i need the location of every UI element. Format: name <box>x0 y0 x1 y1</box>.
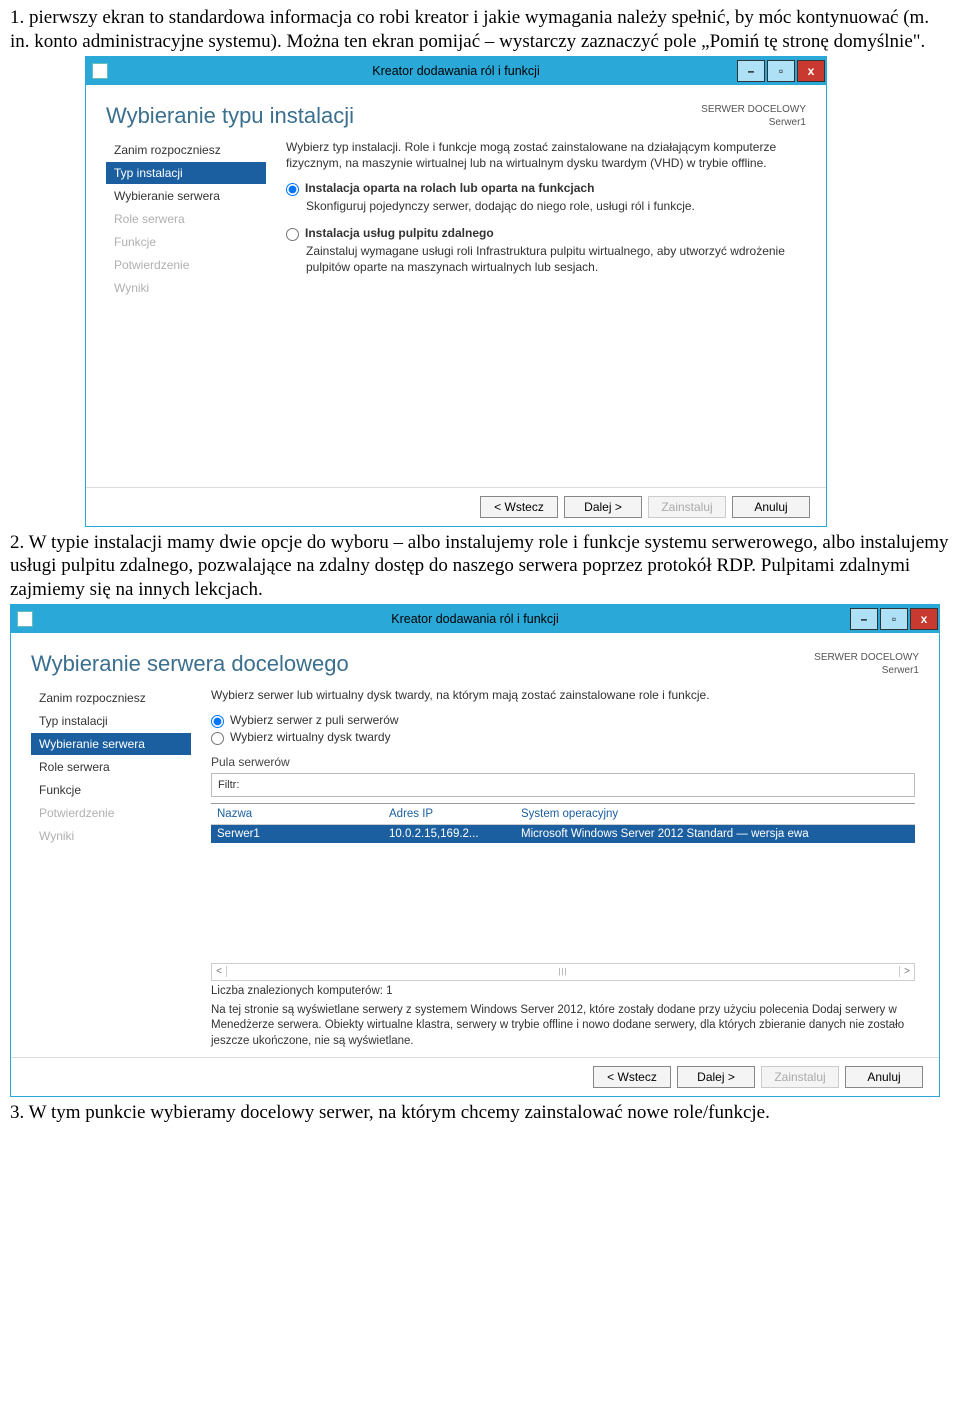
filter-input[interactable] <box>243 778 908 792</box>
cell-os: Microsoft Windows Server 2012 Standard —… <box>515 825 915 843</box>
target-label: SERWER DOCELOWY <box>701 104 806 115</box>
doc-paragraph-1: 1. pierwszy ekran to standardowa informa… <box>10 6 950 54</box>
cell-ip: 10.0.2.15,169.2... <box>383 825 515 843</box>
intro-text: Wybierz typ instalacji. Role i funkcje m… <box>286 139 802 171</box>
horizontal-scrollbar[interactable]: < ||| > <box>211 964 915 981</box>
doc-paragraph-2: 2. W typie instalacji mamy dwie opcje do… <box>10 531 950 602</box>
sidebar-item-install-type[interactable]: Typ instalacji <box>31 710 191 732</box>
doc-paragraph-3: 3. W tym punkcie wybieramy docelowy serw… <box>10 1101 950 1125</box>
sidebar-item-before-begin[interactable]: Zanim rozpoczniesz <box>106 139 266 161</box>
col-os[interactable]: System operacyjny <box>515 804 915 824</box>
window-title: Kreator dodawania ról i funkcji <box>11 612 939 626</box>
sidebar-item-server-selection[interactable]: Wybieranie serwera <box>31 733 191 755</box>
radio-role-based[interactable] <box>286 183 299 196</box>
sidebar-item-before-begin[interactable]: Zanim rozpoczniesz <box>31 687 191 709</box>
server-pool-label: Pula serwerów <box>211 755 915 769</box>
wizard-sidebar: Zanim rozpoczniesz Typ instalacji Wybier… <box>31 687 191 1050</box>
page-note: Na tej stronie są wyświetlane serwery z … <box>211 1003 915 1050</box>
radio-rds[interactable] <box>286 228 299 241</box>
server-table-header: Nazwa Adres IP System operacyjny <box>211 803 915 825</box>
target-value: Serwer1 <box>882 665 919 676</box>
titlebar: Kreator dodawania ról i funkcji – ▫ x <box>86 57 826 85</box>
filter-row: Filtr: <box>211 773 915 797</box>
sidebar-item-confirmation: Potwierdzenie <box>106 254 266 276</box>
wizard-footer: < Wstecz Dalej > Zainstaluj Anuluj <box>86 487 826 526</box>
server-table-body <box>211 843 915 964</box>
col-name[interactable]: Nazwa <box>211 804 383 824</box>
col-ip[interactable]: Adres IP <box>383 804 515 824</box>
back-button[interactable]: < Wstecz <box>480 496 558 518</box>
radio-vhd-label: Wybierz wirtualny dysk twardy <box>230 730 391 744</box>
sidebar-item-server-selection[interactable]: Wybieranie serwera <box>106 185 266 207</box>
sidebar-item-features: Funkcje <box>106 231 266 253</box>
radio-vhd[interactable] <box>211 732 224 745</box>
next-button[interactable]: Dalej > <box>677 1066 755 1088</box>
wizard-window-1: Kreator dodawania ról i funkcji – ▫ x Wy… <box>85 56 827 527</box>
cancel-button[interactable]: Anuluj <box>845 1066 923 1088</box>
sidebar-item-server-roles[interactable]: Role serwera <box>31 756 191 778</box>
cell-name: Serwer1 <box>211 825 383 843</box>
wizard-footer: < Wstecz Dalej > Zainstaluj Anuluj <box>11 1057 939 1096</box>
install-button: Zainstaluj <box>648 496 726 518</box>
cancel-button[interactable]: Anuluj <box>732 496 810 518</box>
sidebar-item-features[interactable]: Funkcje <box>31 779 191 801</box>
target-label: SERWER DOCELOWY <box>814 652 919 663</box>
radio-role-based-desc: Skonfiguruj pojedynczy serwer, dodając d… <box>306 198 802 214</box>
server-row-selected[interactable]: Serwer1 10.0.2.15,169.2... Microsoft Win… <box>211 825 915 843</box>
scroll-left-icon[interactable]: < <box>212 966 227 977</box>
radio-role-based-label: Instalacja oparta na rolach lub oparta n… <box>305 181 594 195</box>
sidebar-item-server-roles: Role serwera <box>106 208 266 230</box>
scroll-right-icon[interactable]: > <box>899 966 914 977</box>
radio-server-pool-label: Wybierz serwer z puli serwerów <box>230 713 399 727</box>
target-value: Serwer1 <box>769 117 806 128</box>
target-server-label: SERWER DOCELOWY Serwer1 <box>701 103 806 129</box>
install-button: Zainstaluj <box>761 1066 839 1088</box>
scroll-track[interactable]: ||| <box>227 967 899 976</box>
filter-label: Filtr: <box>218 779 239 791</box>
back-button[interactable]: < Wstecz <box>593 1066 671 1088</box>
page-title: Wybieranie typu instalacji <box>106 103 354 129</box>
found-count: Liczba znalezionych komputerów: 1 <box>211 985 915 997</box>
radio-rds-desc: Zainstaluj wymagane usługi roli Infrastr… <box>306 243 802 275</box>
sidebar-item-install-type[interactable]: Typ instalacji <box>106 162 266 184</box>
radio-server-pool[interactable] <box>211 715 224 728</box>
intro-text: Wybierz serwer lub wirtualny dysk twardy… <box>211 687 915 703</box>
target-server-label: SERWER DOCELOWY Serwer1 <box>814 651 919 677</box>
next-button[interactable]: Dalej > <box>564 496 642 518</box>
sidebar-item-results: Wyniki <box>106 277 266 299</box>
sidebar-item-confirmation: Potwierdzenie <box>31 802 191 824</box>
sidebar-item-results: Wyniki <box>31 825 191 847</box>
page-title: Wybieranie serwera docelowego <box>31 651 349 677</box>
wizard-sidebar: Zanim rozpoczniesz Typ instalacji Wybier… <box>106 139 266 479</box>
window-title: Kreator dodawania ról i funkcji <box>86 64 826 78</box>
titlebar: Kreator dodawania ról i funkcji – ▫ x <box>11 605 939 633</box>
radio-rds-label: Instalacja usług pulpitu zdalnego <box>305 226 494 240</box>
wizard-window-2: Kreator dodawania ról i funkcji – ▫ x Wy… <box>10 604 940 1098</box>
